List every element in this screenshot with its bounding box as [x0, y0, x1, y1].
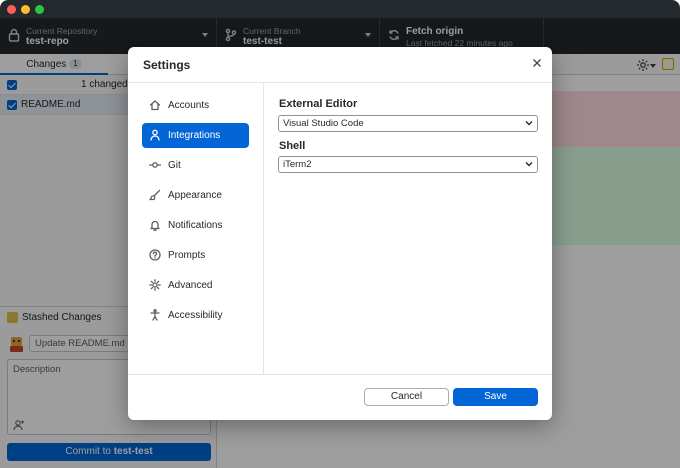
- external-editor-select[interactable]: Visual Studio Code: [278, 115, 538, 132]
- cancel-button[interactable]: Cancel: [364, 388, 449, 406]
- divider: [128, 82, 552, 83]
- nav-label: Notifications: [168, 220, 223, 231]
- divider: [263, 83, 264, 374]
- question-icon: [149, 249, 161, 261]
- close-window-button[interactable]: [7, 5, 16, 14]
- settings-nav-accessibility[interactable]: Accessibility: [142, 303, 249, 328]
- external-editor-label: External Editor: [279, 98, 358, 110]
- nav-label: Appearance: [168, 190, 222, 201]
- shell-label: Shell: [279, 140, 306, 152]
- settings-nav-notifications[interactable]: Notifications: [142, 213, 249, 238]
- shell-select[interactable]: iTerm2: [278, 156, 538, 173]
- settings-nav-accounts[interactable]: Accounts: [142, 93, 249, 118]
- divider: [128, 374, 552, 375]
- person-icon: [150, 129, 160, 141]
- nav-label: Accessibility: [168, 310, 223, 321]
- chevron-down-icon: [525, 162, 533, 167]
- save-button[interactable]: Save: [453, 388, 538, 406]
- nav-label: Git: [168, 160, 181, 171]
- paintbrush-icon: [149, 189, 161, 201]
- nav-label: Prompts: [168, 250, 206, 261]
- settings-nav-appearance[interactable]: Appearance: [142, 183, 249, 208]
- settings-nav-git[interactable]: Git: [142, 153, 249, 178]
- nav-label: Accounts: [168, 100, 210, 111]
- close-icon[interactable]: [532, 58, 542, 68]
- zoom-window-button[interactable]: [35, 5, 44, 14]
- settings-nav-advanced[interactable]: Advanced: [142, 273, 249, 298]
- window-titlebar: [0, 0, 680, 18]
- shell-value: iTerm2: [283, 159, 312, 170]
- nav-label: Integrations: [168, 130, 221, 141]
- chevron-down-icon: [525, 121, 533, 126]
- home-icon: [149, 100, 161, 111]
- gear-icon: [149, 279, 161, 291]
- settings-dialog: Settings Accounts Integrations Git Appea…: [128, 47, 552, 420]
- external-editor-value: Visual Studio Code: [283, 118, 364, 129]
- git-commit-icon: [149, 162, 161, 168]
- accessibility-icon: [150, 309, 160, 321]
- settings-nav-integrations[interactable]: Integrations: [142, 123, 249, 148]
- settings-nav-prompts[interactable]: Prompts: [142, 243, 249, 268]
- minimize-window-button[interactable]: [21, 5, 30, 14]
- dialog-title: Settings: [143, 58, 191, 72]
- nav-label: Advanced: [168, 280, 213, 291]
- bell-icon: [150, 220, 160, 231]
